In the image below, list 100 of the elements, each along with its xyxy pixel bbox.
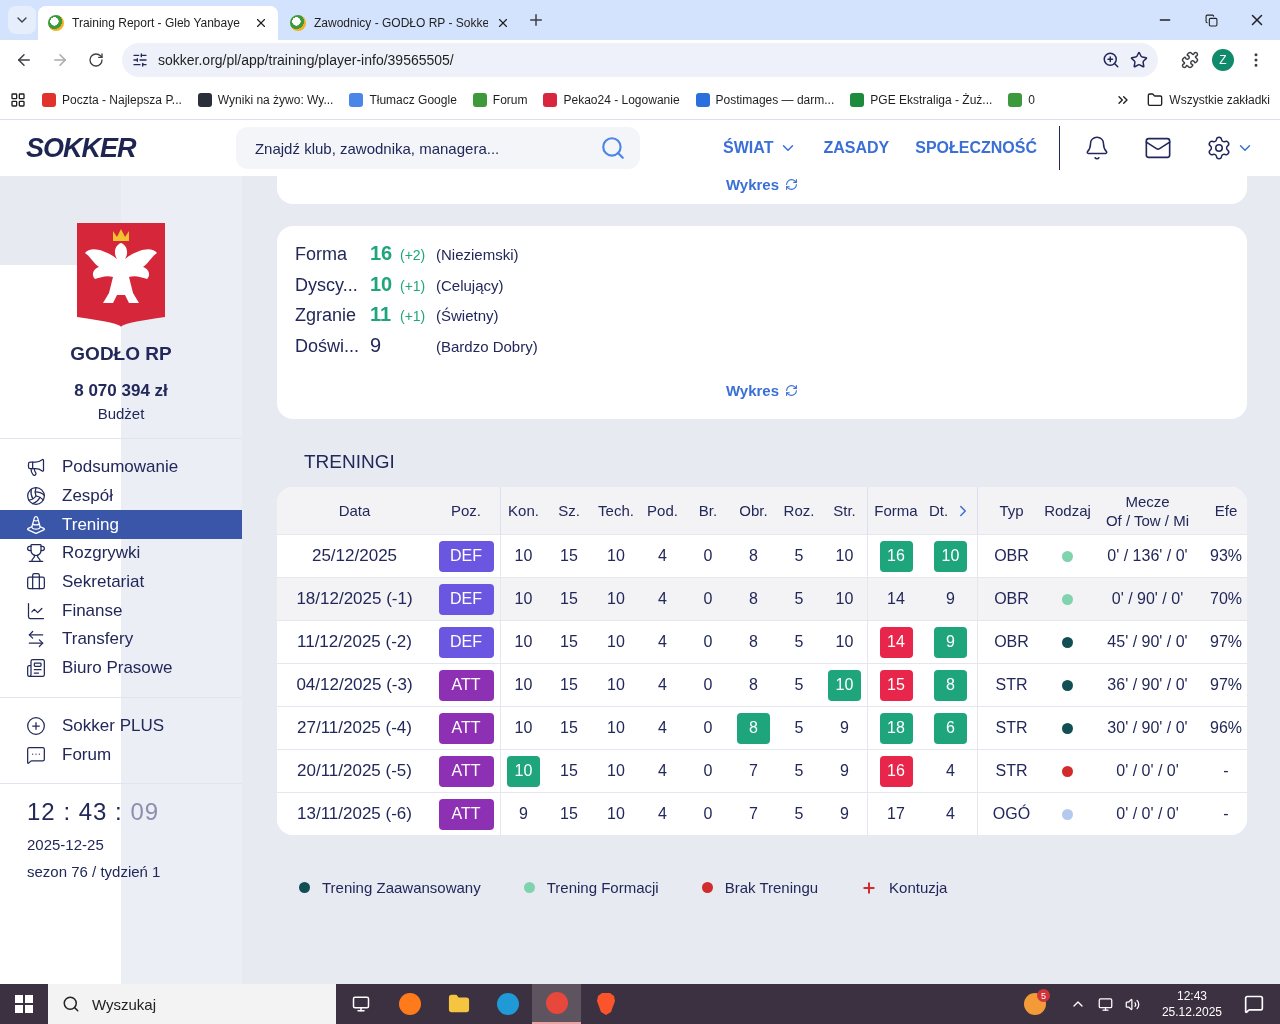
- stat-value: 16: [370, 242, 394, 265]
- table-row[interactable]: 13/11/2025 (-6) ATT 9 15 10 4 0 7 5 9 17 4 OGÓ 0' / 0' / 0' -: [277, 792, 1247, 835]
- column-header[interactable]: Br.: [685, 487, 731, 534]
- address-bar[interactable]: sokker.org/pl/app/training/player-info/39565505/: [122, 43, 1158, 77]
- newspaper-icon: [26, 658, 46, 679]
- chart-link[interactable]: Wykres: [725, 176, 799, 193]
- sidebar-item[interactable]: Transfery: [0, 625, 242, 654]
- table-row[interactable]: 20/11/2025 (-5) ATT 10 15 10 4 0 7 5 9 16 4 STR 0' / 0' / 0' -: [277, 749, 1247, 792]
- all-bookmarks[interactable]: Wszystkie zakładki: [1147, 91, 1270, 108]
- stat-value: 9: [370, 333, 383, 357]
- table-cell-text: 15: [559, 632, 579, 652]
- column-header[interactable]: Roz.: [776, 487, 822, 534]
- profile-avatar[interactable]: Z: [1212, 49, 1234, 71]
- nav-link[interactable]: SPOŁECZNOŚĆ: [915, 139, 1037, 157]
- logo[interactable]: SOKKER: [26, 132, 236, 164]
- table-cell-text: 93%: [1209, 546, 1243, 566]
- chart-link[interactable]: Wykres: [725, 382, 799, 399]
- trophy-icon: [26, 543, 46, 564]
- taskbar-clock[interactable]: 12:43 25.12.2025: [1161, 988, 1222, 1020]
- table-cell: 6: [934, 712, 967, 744]
- close-icon[interactable]: [254, 16, 268, 30]
- nav-link[interactable]: ZASADY: [823, 139, 890, 157]
- table-cell-text: 10: [606, 761, 626, 781]
- search-bar[interactable]: Znajdź klub, zawodnika, managera...: [235, 127, 641, 169]
- table-cell-text: 5: [793, 632, 805, 652]
- table-row[interactable]: 18/12/2025 (-1) DEF 10 15 10 4 0 8 5 10 14 9 OBR 0' / 90' / 0' 70%: [277, 577, 1247, 620]
- table-row[interactable]: 11/12/2025 (-2) DEF 10 15 10 4 0 8 5 10 14 9 OBR 45' / 90' / 0' 97%: [277, 620, 1247, 663]
- column-header[interactable]: Obr.: [731, 487, 776, 534]
- budget-value: 8 070 394 zł: [74, 381, 168, 401]
- star-icon[interactable]: [1130, 51, 1148, 69]
- chat-icon: [26, 744, 46, 765]
- table-row[interactable]: 04/12/2025 (-3) ATT 10 15 10 4 0 8 5 10 15 8 STR 36' / 90' / 0' 97%: [277, 663, 1247, 706]
- team-name[interactable]: GODŁO RP: [70, 343, 172, 365]
- sidebar-item[interactable]: Biuro Prasowe: [0, 653, 242, 683]
- settings-icon[interactable]: [1206, 135, 1232, 161]
- table-row[interactable]: 27/11/2025 (-4) ATT 10 15 10 4 0 8 5 9 18 6 STR 30' / 90' / 0' 96%: [277, 706, 1247, 749]
- task-view-icon[interactable]: [351, 995, 370, 1013]
- nav-link[interactable]: ŚWIAT: [723, 139, 798, 157]
- notifications-icon[interactable]: [1244, 994, 1264, 1014]
- table-cell-text: 0' / 0' / 0': [1115, 761, 1180, 781]
- sidebar-item[interactable]: Rozgrywki: [0, 539, 242, 568]
- search-field[interactable]: Znajdź klub, zawodnika, managera...: [252, 138, 601, 158]
- sidebar-item[interactable]: Sokker PLUS: [0, 711, 242, 741]
- stat-change: (+1): [400, 277, 427, 294]
- position-tag: DEF: [438, 583, 494, 615]
- table-cell-text: 36' / 90' / 0': [1106, 675, 1189, 695]
- column-header[interactable]: Data: [277, 487, 432, 534]
- site-settings-icon[interactable]: [132, 52, 148, 68]
- column-header[interactable]: Mecze Of / Tow / Mi: [1090, 487, 1205, 534]
- puzzle-icon[interactable]: [1181, 51, 1199, 69]
- crest-icon: [77, 223, 165, 327]
- column-header[interactable]: Dt.: [928, 502, 949, 519]
- sidebar-item[interactable]: Zespół: [0, 481, 242, 511]
- sidebar-item[interactable]: Trening: [0, 510, 242, 540]
- legend-label: Trening Zaawansowany: [322, 879, 481, 896]
- column-header[interactable]: Tech.: [592, 487, 640, 534]
- bookmark[interactable]: Tłumacz Google: [349, 92, 457, 107]
- table-cell-text: 15: [559, 718, 579, 738]
- apps-icon[interactable]: [10, 91, 26, 108]
- column-header[interactable]: Pod.: [640, 487, 685, 534]
- table-row[interactable]: 25/12/2025 DEF 10 15 10 4 0 8 5 10 16 10 OBR 0' / 136' / 0' 93%: [277, 534, 1247, 577]
- close-icon[interactable]: [496, 16, 510, 30]
- volume-icon[interactable]: [1124, 996, 1140, 1012]
- sidebar-item[interactable]: Finanse: [0, 596, 242, 626]
- sidebar-item[interactable]: Podsumowanie: [0, 453, 242, 482]
- table-cell: 14: [879, 626, 913, 658]
- back-icon[interactable]: [15, 51, 33, 69]
- stat-change: (+2): [400, 247, 427, 263]
- bell-icon[interactable]: [1084, 135, 1110, 161]
- folder-icon[interactable]: [447, 993, 470, 1015]
- refresh-icon[interactable]: [785, 384, 799, 397]
- bookmark[interactable]: Forum: [472, 92, 528, 107]
- restore-icon[interactable]: [1204, 13, 1218, 27]
- column-header[interactable]: Poz.: [432, 487, 500, 534]
- plus-icon[interactable]: [527, 11, 545, 29]
- shield-icon[interactable]: [595, 993, 616, 1015]
- column-header[interactable]: Rodzaj: [1045, 487, 1090, 534]
- bookmark[interactable]: 0: [1008, 92, 1036, 107]
- table-cell-text: 0: [702, 632, 714, 652]
- table-cell: 10: [934, 540, 967, 572]
- column-header[interactable]: Sz.: [546, 487, 592, 534]
- column-header[interactable]: Efe: [1205, 487, 1247, 534]
- windows-icon[interactable]: [15, 995, 33, 1013]
- table-cell-text: 5: [793, 589, 805, 609]
- column-header[interactable]: Str.: [822, 487, 867, 534]
- date-cell-text: 04/12/2025 (-3): [295, 674, 414, 696]
- reload-icon[interactable]: [88, 52, 104, 68]
- clock: 12 : 43 : 09: [27, 797, 161, 826]
- search-icon[interactable]: [62, 995, 80, 1013]
- refresh-icon[interactable]: [785, 178, 799, 191]
- zoom-icon[interactable]: [1102, 51, 1120, 69]
- stat-description: (Świetny): [436, 307, 500, 324]
- browser-tab[interactable]: Training Report - Gleb Yanbaye: [38, 6, 278, 40]
- table-cell-text: 10: [606, 675, 626, 695]
- sidebar-item[interactable]: Forum: [0, 740, 242, 769]
- search-field[interactable]: Wyszukaj: [90, 994, 290, 1014]
- browser-tab[interactable]: Zawodnicy - GODŁO RP - Sokke: [280, 6, 520, 40]
- sidebar-item[interactable]: Sekretariat: [0, 567, 242, 597]
- search-bar[interactable]: Wyszukaj: [48, 984, 336, 1024]
- table-cell-text: 4: [657, 804, 668, 824]
